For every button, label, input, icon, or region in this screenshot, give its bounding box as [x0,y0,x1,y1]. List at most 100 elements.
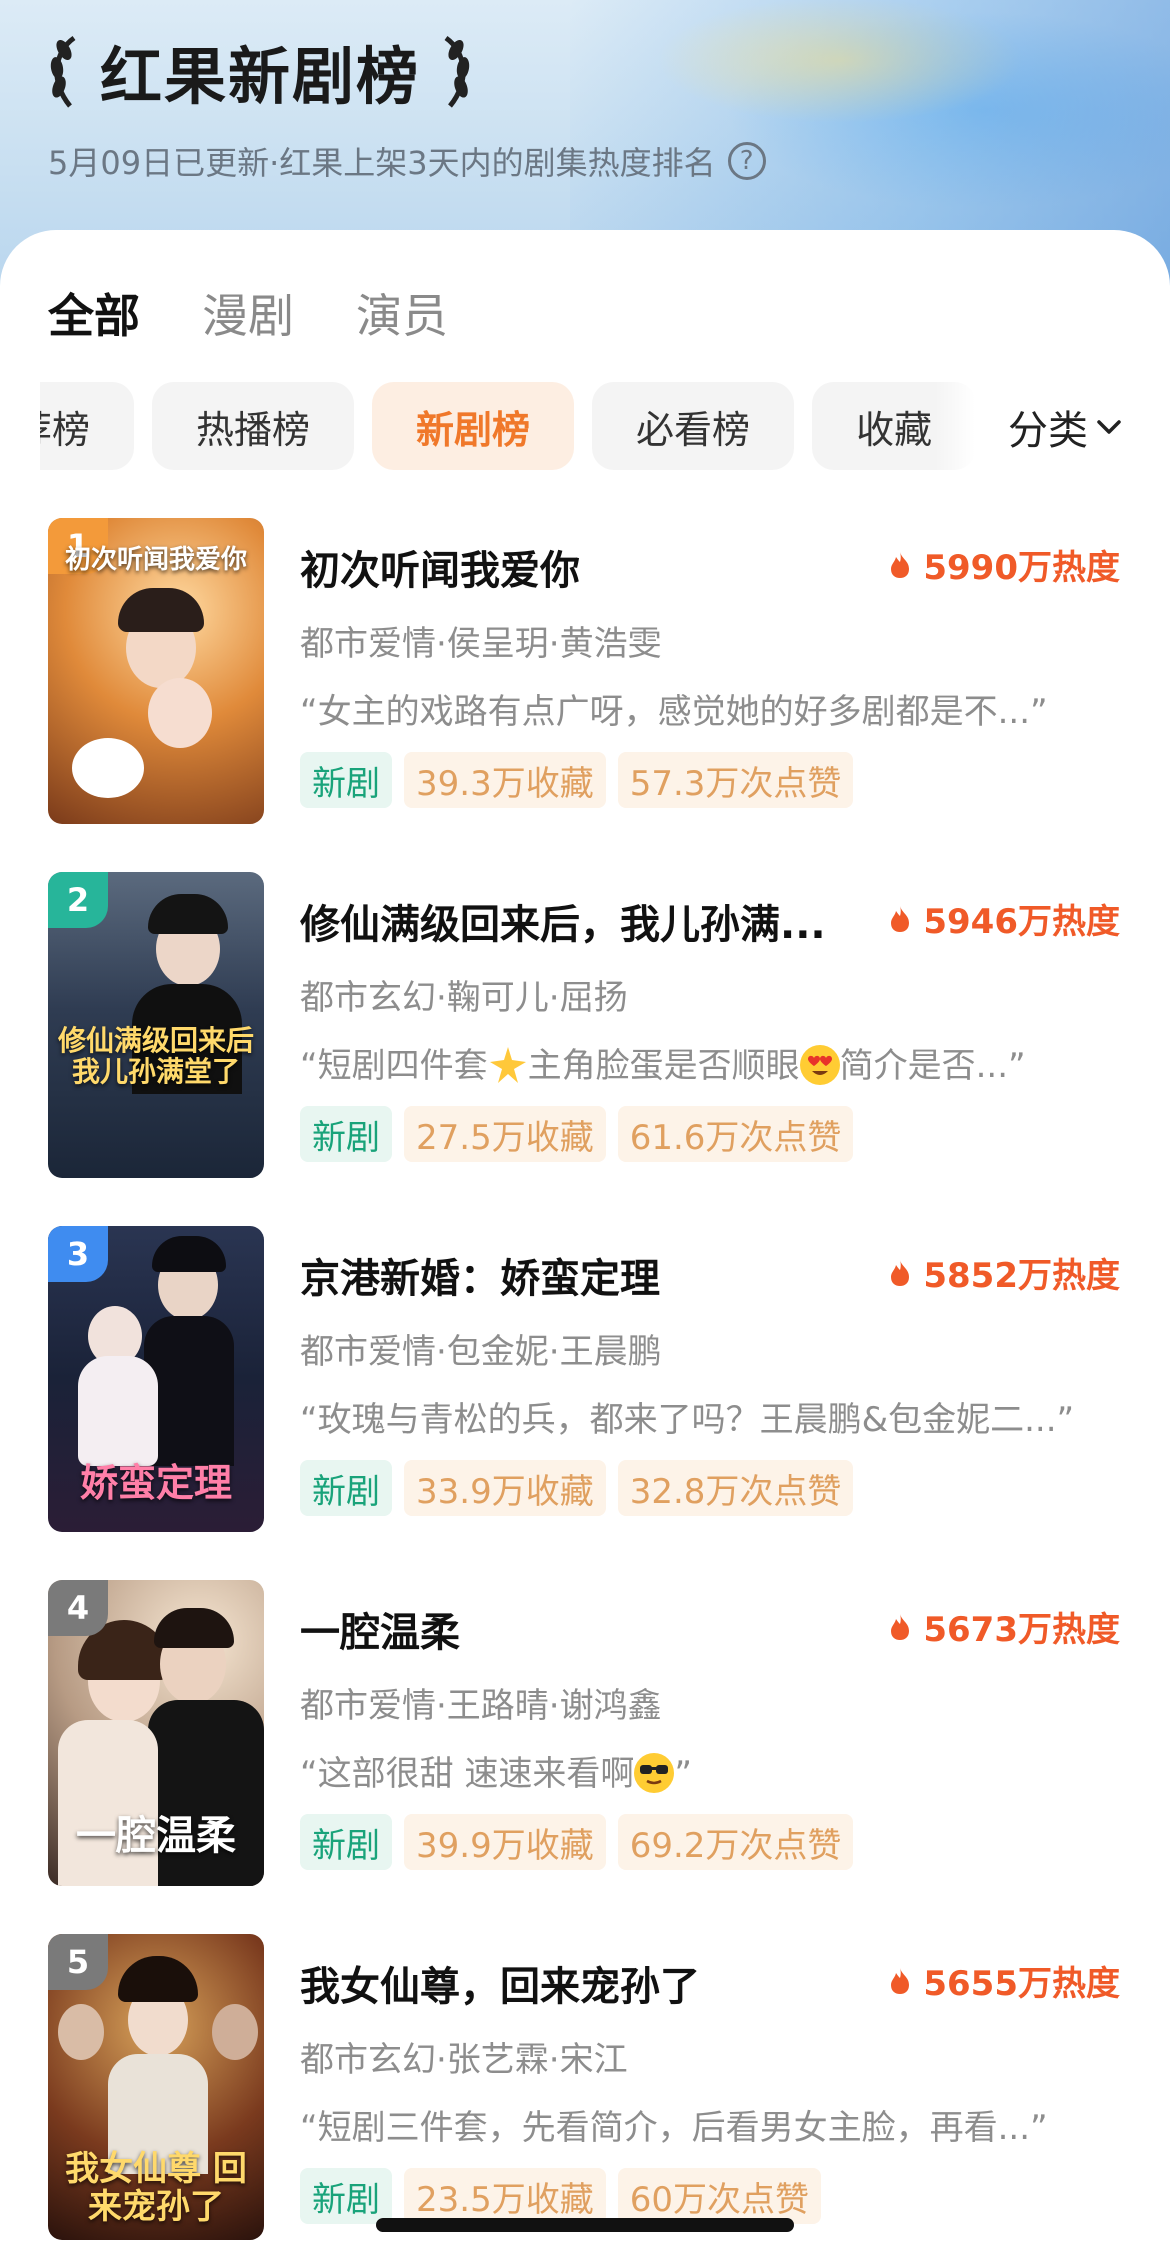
heat-score: 5673万热度 [889,1602,1120,1651]
flame-icon [891,551,910,578]
quote-part: 简介是否...” [839,1046,1026,1086]
sparkle-emoji-icon [489,1047,526,1083]
update-info: 5月09日已更新·红果上架3天内的剧集热度排名 ? [48,138,766,184]
laurel-right-icon [444,35,470,108]
heat-value: 5852万热度 [923,1256,1120,1296]
chip-new[interactable]: 新剧榜 [372,382,575,470]
quote-part: 主角脸蛋是否顺眼 [527,1046,800,1086]
review-quote: “玫瑰与青松的兵，都来了吗？王晨鹏&包金妮二...” [300,1400,1075,1440]
new-badge: 新剧 [300,1106,392,1162]
rank-badge: 2 [48,872,108,928]
new-badge: 新剧 [300,2168,392,2224]
likes-count: 61.6万次点赞 [617,1106,854,1162]
poster-image[interactable]: 2 修仙满级回来后 我儿孙满堂了 [48,872,264,1178]
rank-badge: 3 [48,1226,108,1282]
list-item[interactable]: 2 修仙满级回来后 我儿孙满堂了 修仙满级回来后，我儿孙满... 5946万热度… [0,872,1170,1226]
review-quote: “短剧四件套 主角脸蛋是否顺眼 简介是否...” [300,1038,1026,1087]
new-badge: 新剧 [300,752,392,808]
favorites-count: 39.3万收藏 [404,752,606,808]
chevron-down-icon [1097,420,1121,434]
list-item[interactable]: 3 娇蛮定理 京港新婚：娇蛮定理 5852万热度 都市爱情·包金妮·王晨鹏 “玫… [0,1226,1170,1580]
poster-image[interactable]: 5 我女仙尊 回来宠孙了 [48,1934,264,2240]
chip-scroller[interactable]: 荐榜 热播榜 新剧榜 必看榜 收藏 [40,382,975,472]
heat-value: 5990万热度 [923,548,1120,588]
flame-icon [891,1259,910,1286]
genre-cast: 都市爱情·侯呈玥·黄浩雯 [300,624,662,664]
drama-title[interactable]: 修仙满级回来后，我儿孙满... [300,892,826,950]
heat-score: 5946万热度 [889,894,1120,943]
list-item[interactable]: 5 我女仙尊 回来宠孙了 我女仙尊，回来宠孙了 5655万热度 都市玄幻·张艺霖… [0,1934,1170,2242]
likes-count: 57.3万次点赞 [617,752,854,808]
ranking-list: 1 初次听闻我爱你 初次听闻我爱你 5990万热度 都市爱情·侯呈玥·黄浩雯 “… [0,518,1170,2242]
favorites-count: 33.9万收藏 [404,1460,606,1516]
category-label: 分类 [1008,408,1088,454]
update-text: 5月09日已更新·红果上架3天内的剧集热度排名 [48,144,716,182]
likes-count: 32.8万次点赞 [617,1460,854,1516]
sunglasses-emoji-icon [634,1753,675,1793]
drama-title[interactable]: 一腔温柔 [300,1600,460,1658]
genre-cast: 都市爱情·包金妮·王晨鹏 [300,1332,662,1372]
chip-hot[interactable]: 热播榜 [152,382,355,470]
heat-value: 5946万热度 [923,902,1120,942]
tag-row: 新剧 33.9万收藏 32.8万次点赞 [300,1460,854,1516]
review-quote: “女主的戏路有点广呀，感觉她的好多剧都是不...” [300,692,1048,732]
heart-eyes-emoji-icon [799,1045,840,1085]
poster-title: 我女仙尊 回来宠孙了 [65,2149,247,2227]
quote-part: “短剧四件套 [300,1046,488,1086]
laurel-left-icon [50,35,76,108]
drama-title[interactable]: 初次听闻我爱你 [300,538,580,596]
list-item[interactable]: 4 一腔温柔 一腔温柔 5673万热度 都市爱情·王路晴·谢鸿鑫 “这部很甜 速… [0,1580,1170,1934]
favorites-count: 27.5万收藏 [404,1106,606,1162]
poster-title: 一腔温柔 [76,1812,236,1859]
ranking-panel: 全部 漫剧 演员 荐榜 热播榜 新剧榜 必看榜 收藏 分类 1 初次听 [0,230,1170,2242]
favorites-count: 39.9万收藏 [404,1814,606,1870]
scroll-fade [935,382,975,472]
tag-row: 新剧 39.9万收藏 69.2万次点赞 [300,1814,854,1870]
new-badge: 新剧 [300,1814,392,1870]
review-quote: “这部很甜 速速来看啊 ” [300,1746,692,1795]
likes-count: 69.2万次点赞 [617,1814,854,1870]
drama-title[interactable]: 京港新婚：娇蛮定理 [300,1246,660,1304]
review-quote: “短剧三件套，先看简介，后看男女主脸，再看...” [300,2108,1048,2148]
tab-actors[interactable]: 演员 [356,280,448,346]
chip-must-watch[interactable]: 必看榜 [592,382,795,470]
tag-row: 新剧 23.5万收藏 60万次点赞 [300,2168,821,2224]
poster-title: 初次听闻我爱你 [64,545,247,575]
genre-cast: 都市爱情·王路晴·谢鸿鑫 [300,1686,662,1726]
heat-score: 5852万热度 [889,1248,1120,1297]
home-indicator[interactable] [376,2218,794,2232]
favorites-count: 23.5万收藏 [404,2168,606,2224]
flame-icon [891,1967,910,1994]
help-icon[interactable]: ? [727,142,766,180]
page-title: 红果新剧榜 [100,40,421,113]
rank-badge: 5 [48,1934,108,1990]
poster-image[interactable]: 1 初次听闻我爱你 [48,518,264,824]
tab-comic[interactable]: 漫剧 [202,280,294,346]
new-badge: 新剧 [300,1460,392,1516]
genre-cast: 都市玄幻·鞠可儿·屈扬 [300,978,628,1018]
tag-row: 新剧 39.3万收藏 57.3万次点赞 [300,752,854,808]
quote-part: “这部很甜 速速来看啊 [300,1754,635,1794]
flame-icon [891,905,910,932]
page-title-row: 红果新剧榜 [44,28,476,114]
poster-title: 娇蛮定理 [79,1460,232,1506]
poster-title: 修仙满级回来后 我儿孙满堂了 [58,1024,255,1089]
heat-value: 5655万热度 [923,1964,1120,2004]
tab-bar: 全部 漫剧 演员 [48,280,448,346]
tag-row: 新剧 27.5万收藏 61.6万次点赞 [300,1106,854,1162]
quote-part: ” [674,1754,693,1794]
rank-badge: 4 [48,1580,108,1636]
chip-recommend[interactable]: 荐榜 [40,382,135,470]
flame-icon [891,1613,910,1640]
poster-image[interactable]: 3 娇蛮定理 [48,1226,264,1532]
tab-all[interactable]: 全部 [48,280,140,346]
drama-title[interactable]: 我女仙尊，回来宠孙了 [300,1954,700,2012]
heat-score: 5990万热度 [889,540,1120,589]
likes-count: 60万次点赞 [617,2168,821,2224]
genre-cast: 都市玄幻·张艺霖·宋江 [300,2040,628,2080]
category-dropdown[interactable]: 分类 [1008,398,1122,456]
heat-score: 5655万热度 [889,1956,1120,2005]
list-item[interactable]: 1 初次听闻我爱你 初次听闻我爱你 5990万热度 都市爱情·侯呈玥·黄浩雯 “… [0,518,1170,872]
poster-image[interactable]: 4 一腔温柔 [48,1580,264,1886]
heat-value: 5673万热度 [923,1610,1120,1650]
